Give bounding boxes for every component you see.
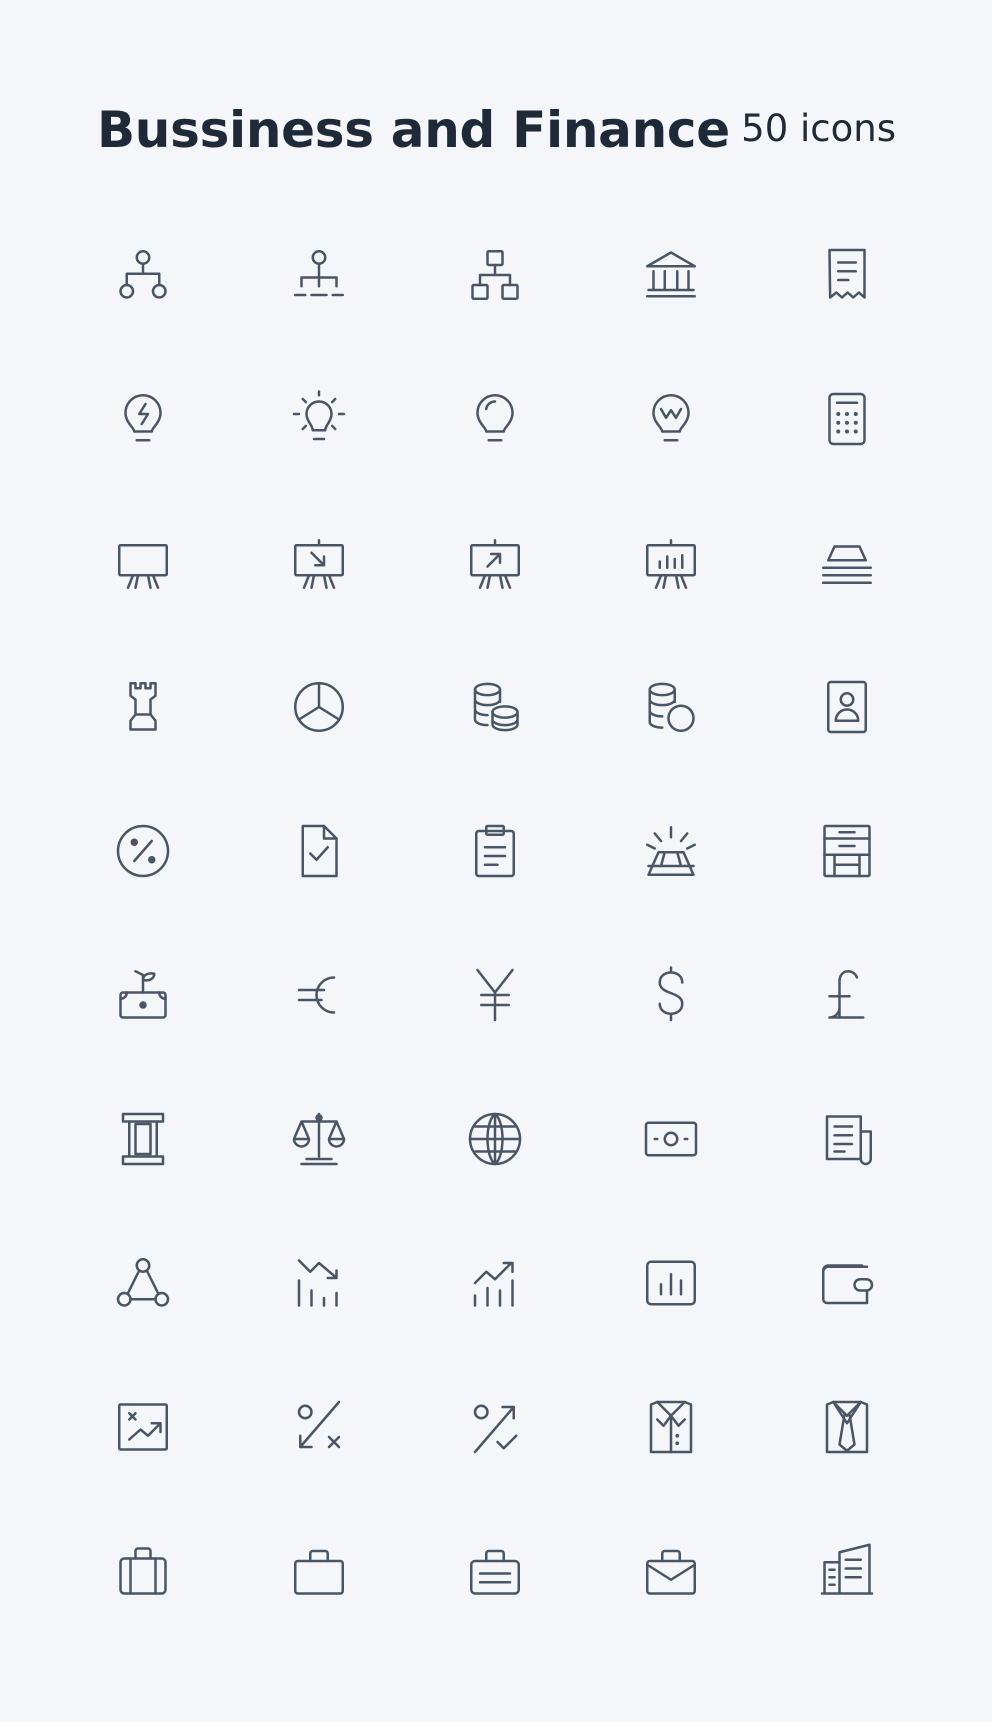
pound-icon (817, 965, 877, 1025)
bank-icon (641, 245, 701, 305)
euro-icon (289, 965, 349, 1025)
gold-bars-stack-icon (817, 534, 877, 594)
dollar-icon (641, 965, 701, 1025)
yen-icon (465, 965, 525, 1025)
shirt-collar-icon (641, 1397, 701, 1457)
briefcase-lines-icon (465, 1541, 525, 1601)
document-check-icon (289, 821, 349, 881)
briefcase-icon (289, 1541, 349, 1601)
percent-circle-icon (113, 821, 173, 881)
lightbulb-bolt-icon (113, 389, 173, 449)
presentation-arrow-up-icon (465, 534, 525, 594)
contact-card-icon (817, 677, 877, 737)
bar-chart-box-icon (641, 1253, 701, 1313)
receipt-icon (817, 245, 877, 305)
chart-whiteboard-icon (113, 1397, 173, 1457)
banknote-icon (641, 1109, 701, 1169)
lightbulb-icon (465, 389, 525, 449)
presentation-board-icon (113, 534, 173, 594)
gold-bar-shine-icon (641, 821, 701, 881)
coin-stack-icon (465, 677, 525, 737)
scroll-icon (113, 1109, 173, 1169)
organization-chart-icon (289, 245, 349, 305)
suitcase-icon (113, 1541, 173, 1601)
scale-balance-icon (289, 1109, 349, 1169)
wallet-icon (817, 1253, 877, 1313)
office-building-icon (817, 1541, 877, 1601)
money-plant-icon (113, 965, 173, 1025)
drawer-cabinet-icon (817, 821, 877, 881)
calculator-icon (817, 389, 877, 449)
lightbulb-idea-icon (289, 389, 349, 449)
network-nodes-icon (113, 1253, 173, 1313)
coins-icon (641, 677, 701, 737)
percent-up-check-icon (465, 1397, 525, 1457)
lightbulb-brand-icon (641, 389, 701, 449)
shirt-tie-icon (817, 1397, 877, 1457)
globe-icon (465, 1109, 525, 1169)
trend-down-chart-icon (289, 1253, 349, 1313)
presentation-chart-icon (641, 534, 701, 594)
sitemap-icon (465, 245, 525, 305)
pie-chart-icon (289, 677, 349, 737)
icon-set-page: Bussiness and Finance 50 icons (0, 0, 992, 1722)
hierarchy-tree-icon (113, 245, 173, 305)
chess-rook-icon (113, 677, 173, 737)
presentation-arrow-down-icon (289, 534, 349, 594)
percent-down-x-icon (289, 1397, 349, 1457)
clipboard-icon (465, 821, 525, 881)
briefcase-envelope-icon (641, 1541, 701, 1601)
icon-grid (0, 0, 992, 1722)
trend-up-chart-icon (465, 1253, 525, 1313)
newspaper-icon (817, 1109, 877, 1169)
